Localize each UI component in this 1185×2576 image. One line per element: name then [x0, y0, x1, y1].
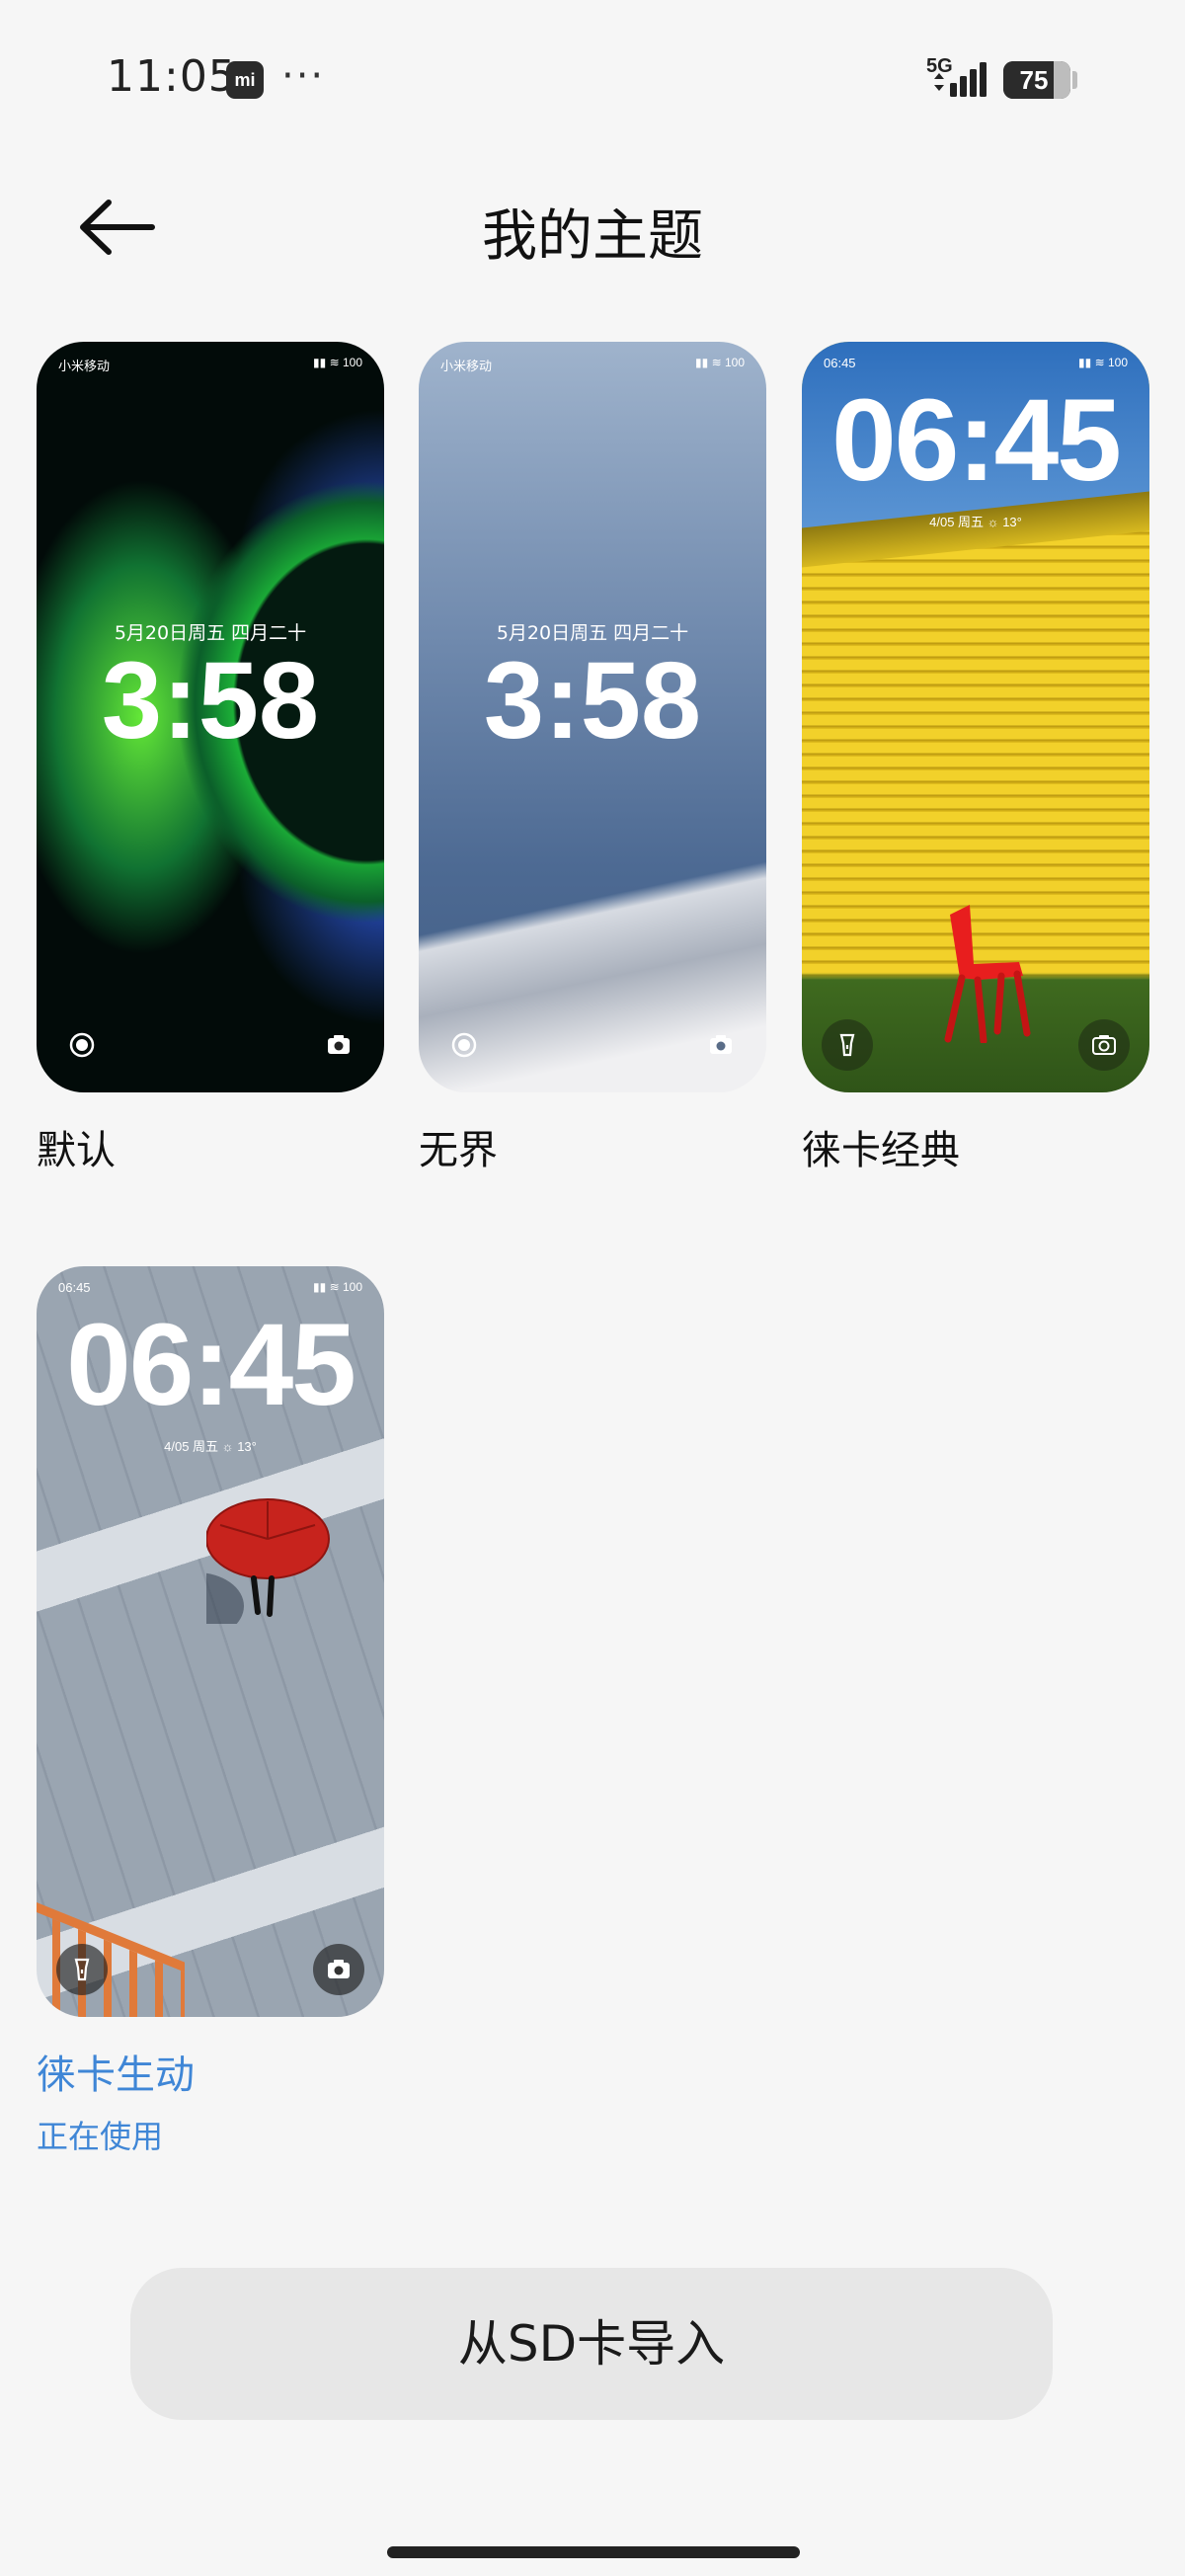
theme-preview[interactable]: 06:45 ▮▮ ≋ 100 06:45 4/05 周五 ☼ 13° — [37, 1266, 384, 2017]
preview-carrier: 小米移动 — [58, 359, 111, 373]
preview-clock: 06:45 — [831, 375, 1122, 506]
theme-card-leica-classic[interactable]: 06:45 ▮▮ ≋ 100 06:45 4/05 周五 ☼ 13° 徕卡经典 — [802, 342, 1149, 1173]
theme-preview[interactable]: 06:45 ▮▮ ≋ 100 06:45 4/05 周五 ☼ 13° — [802, 342, 1149, 1092]
mi-app-icon: mi — [226, 61, 264, 99]
status-time: 11:05 — [107, 51, 237, 102]
signal-strength-icon — [934, 62, 987, 97]
preview-carrier: 06:45 — [58, 1280, 91, 1295]
page-title: 我的主题 — [482, 204, 703, 269]
theme-card-default[interactable]: 小米移动 ▮▮ ≋ 100 5月20日周五 四月二十 3:58 默认 — [37, 342, 384, 1173]
preview-status-bar: 06:45 ▮▮ ≋ 100 — [824, 356, 1128, 375]
preview-status-icons: ▮▮ ≋ 100 — [695, 356, 745, 369]
battery-tip — [1072, 71, 1077, 89]
preview-weather: 4/05 周五 ☼ 13° — [929, 515, 1022, 529]
home-indicator[interactable] — [387, 2546, 800, 2558]
camera-icon — [313, 1944, 364, 1995]
import-from-sd-button[interactable]: 从SD卡导入 — [130, 2268, 1053, 2420]
preview-carrier: 小米移动 — [440, 359, 493, 373]
header: 我的主题 — [0, 168, 1185, 286]
preview-clock: 3:58 — [101, 640, 320, 762]
preview-status-bar: 06:45 ▮▮ ≋ 100 — [58, 1280, 362, 1300]
preview-clock: 06:45 — [66, 1300, 356, 1430]
preview-status-bar: 小米移动 ▮▮ ≋ 100 — [440, 356, 745, 375]
record-icon — [438, 1019, 490, 1071]
theme-card-wujie[interactable]: 小米移动 ▮▮ ≋ 100 5月20日周五 四月二十 3:58 无界 — [419, 342, 766, 1173]
flashlight-icon — [56, 1944, 108, 1995]
theme-name: 徕卡经典 — [802, 1128, 960, 1173]
theme-preview[interactable]: 小米移动 ▮▮ ≋ 100 5月20日周五 四月二十 3:58 — [37, 342, 384, 1092]
red-chair-image — [944, 905, 1031, 1043]
preview-status-bar: 小米移动 ▮▮ ≋ 100 — [58, 356, 362, 375]
theme-name: 无界 — [419, 1128, 498, 1173]
preview-carrier: 06:45 — [824, 356, 856, 370]
camera-icon — [695, 1019, 747, 1071]
record-icon — [56, 1019, 108, 1071]
camera-icon — [313, 1019, 364, 1071]
camera-icon — [1078, 1019, 1130, 1071]
flashlight-icon — [822, 1019, 873, 1071]
status-bar: 11:05 mi ··· 5G 75 — [0, 0, 1185, 158]
more-notifications-icon: ··· — [281, 53, 326, 99]
battery-icon: 75 — [1003, 61, 1070, 99]
preview-status-icons: ▮▮ ≋ 100 — [1078, 356, 1128, 369]
red-umbrella-image — [206, 1498, 330, 1624]
preview-clock: 3:58 — [483, 640, 702, 762]
theme-name: 徕卡生动 — [37, 2053, 195, 2098]
theme-card-leica-vivid[interactable]: 06:45 ▮▮ ≋ 100 06:45 4/05 周五 ☼ 13° 徕卡生动 … — [37, 1266, 384, 2155]
preview-status-icons: ▮▮ ≋ 100 — [313, 1280, 362, 1294]
theme-name: 默认 — [37, 1128, 116, 1173]
theme-in-use-label: 正在使用 — [37, 2118, 164, 2155]
preview-status-icons: ▮▮ ≋ 100 — [313, 356, 362, 369]
preview-weather: 4/05 周五 ☼ 13° — [164, 1439, 257, 1454]
theme-preview[interactable]: 小米移动 ▮▮ ≋ 100 5月20日周五 四月二十 3:58 — [419, 342, 766, 1092]
battery-level: 75 — [1019, 65, 1049, 95]
